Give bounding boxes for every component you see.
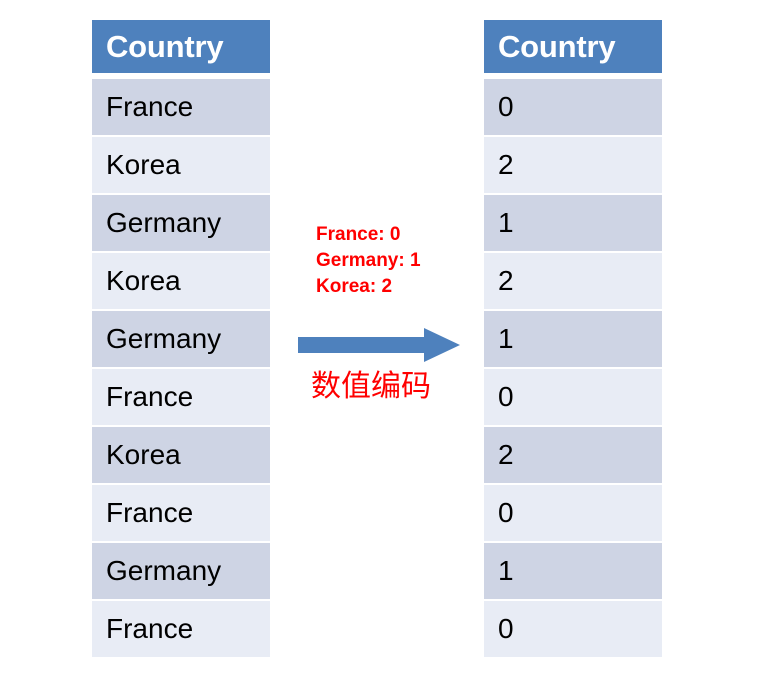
table-row: Korea (92, 137, 270, 193)
table-row: 0 (484, 601, 662, 657)
table-row: 0 (484, 79, 662, 135)
arrow-right-icon (298, 328, 460, 362)
mapping-entry-germany: Germany: 1 (316, 250, 421, 271)
table-row: 1 (484, 543, 662, 599)
mapping-entry-france: France: 0 (316, 224, 401, 245)
table-row: 0 (484, 369, 662, 425)
table-row: France (92, 79, 270, 135)
table-row: France (92, 369, 270, 425)
table-row: 2 (484, 427, 662, 483)
encoding-caption: 数值编码 (311, 370, 431, 403)
table-row: France (92, 485, 270, 541)
table-row: Germany (92, 543, 270, 599)
mapping-entry-korea: Korea: 2 (316, 276, 393, 297)
source-table-body: France Korea Germany Korea Germany Franc… (92, 79, 270, 657)
encoded-table-body: 0 2 1 2 1 0 2 0 1 0 (484, 79, 662, 657)
table-row: Germany (92, 311, 270, 367)
encoded-country-table: Country 0 2 1 2 1 0 2 0 1 0 (484, 20, 662, 659)
source-table-header: Country (92, 20, 270, 73)
encoding-mapping-legend: France: 0 Germany: 1 Korea: 2 (316, 222, 421, 300)
table-row: Korea (92, 253, 270, 309)
table-row: 2 (484, 253, 662, 309)
table-row: Korea (92, 427, 270, 483)
table-row: 1 (484, 195, 662, 251)
table-row: 0 (484, 485, 662, 541)
table-row: 1 (484, 311, 662, 367)
encoded-table-header: Country (484, 20, 662, 73)
table-row: Germany (92, 195, 270, 251)
source-country-table: Country France Korea Germany Korea Germa… (92, 20, 270, 659)
table-row: 2 (484, 137, 662, 193)
table-row: France (92, 601, 270, 657)
